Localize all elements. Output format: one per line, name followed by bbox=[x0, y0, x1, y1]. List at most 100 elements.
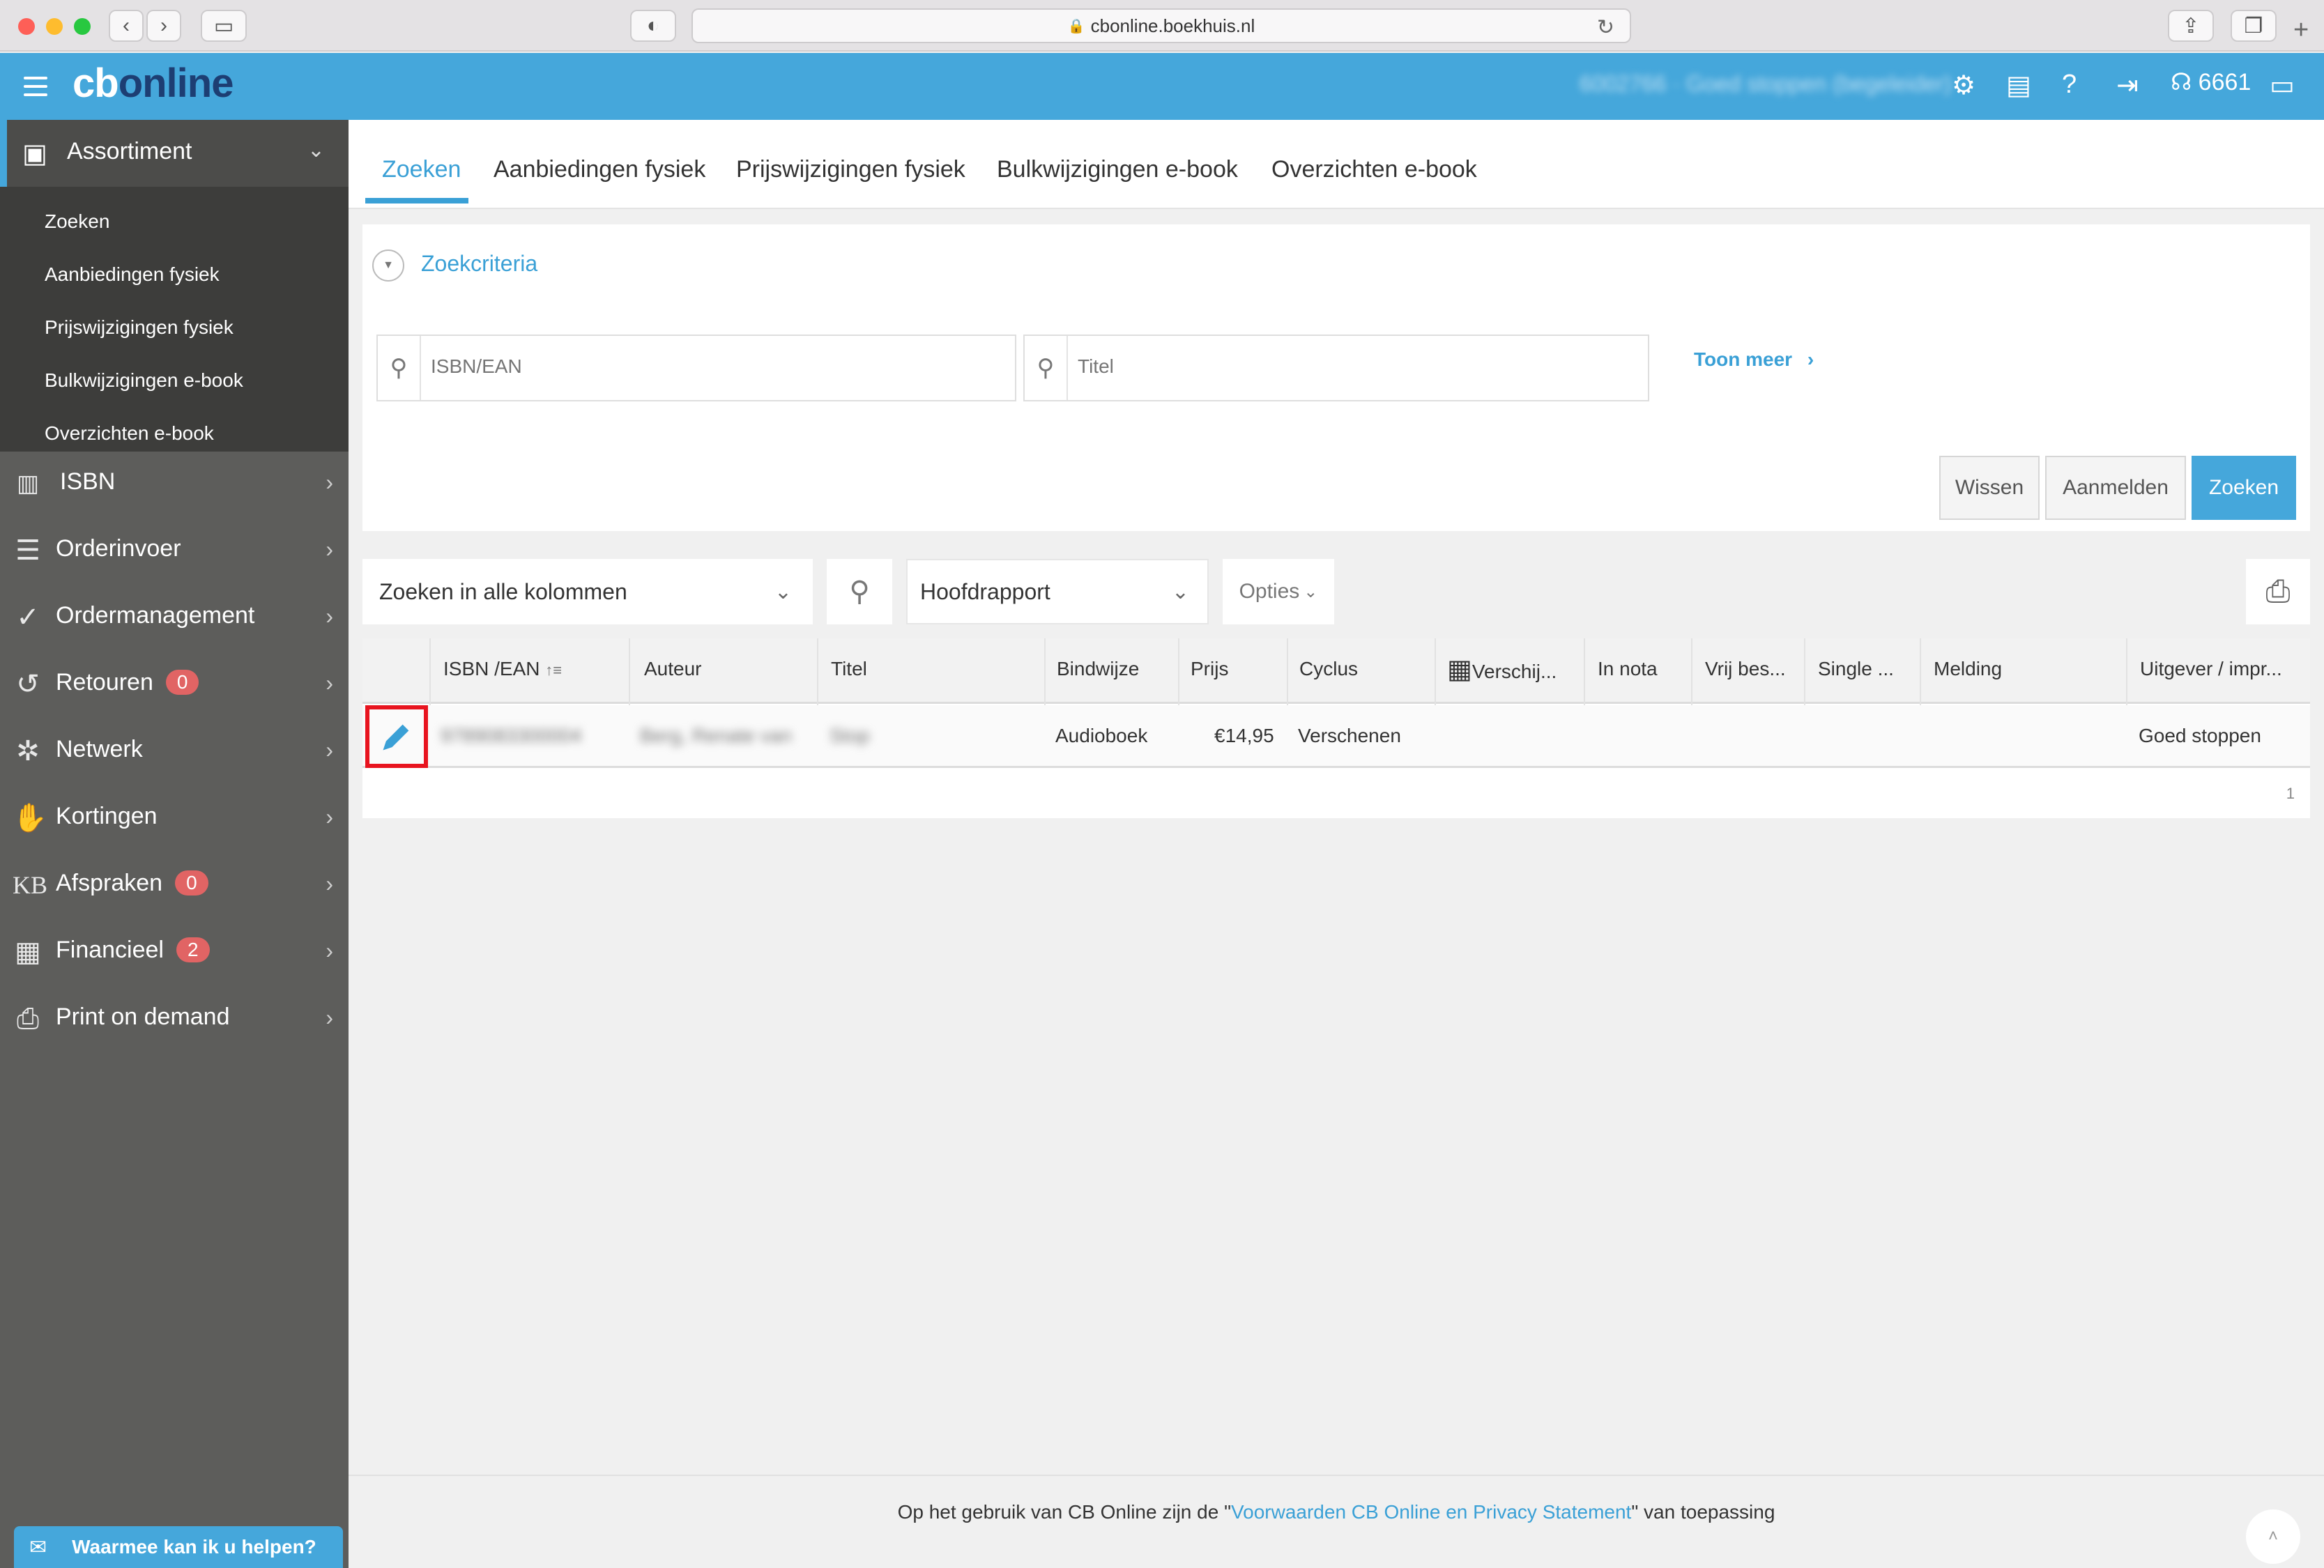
column-header-isbn[interactable]: ISBN /EAN ↑≡ bbox=[443, 658, 562, 680]
footer: Op het gebruik van CB Online zijn de "Vo… bbox=[349, 1475, 2324, 1568]
sidebar-item-label: Retouren bbox=[56, 669, 153, 695]
printer-icon[interactable]: ⎙ bbox=[2246, 559, 2310, 624]
table-row[interactable]: 9789083300004 Berg, Renate van Stop Audi… bbox=[362, 705, 2310, 768]
column-header-melding[interactable]: Melding bbox=[1934, 658, 2002, 680]
column-header-prijs[interactable]: Prijs bbox=[1191, 658, 1228, 680]
column-header-uitgever[interactable]: Uitgever / impr... bbox=[2140, 658, 2282, 680]
gear-icon[interactable]: ⚙ bbox=[1952, 70, 1975, 101]
cell-auteur: Berg, Renate van bbox=[640, 725, 792, 746]
forward-button[interactable]: › bbox=[146, 10, 181, 42]
sidebar-item-afspraken[interactable]: KB Afspraken 0 › bbox=[0, 853, 349, 920]
column-header-vrij-bes[interactable]: Vrij bes... bbox=[1705, 658, 1786, 680]
monitor-icon[interactable]: ▭ bbox=[2270, 70, 2295, 101]
chevron-down-icon: ⌄ bbox=[1304, 582, 1318, 601]
minimize-window-button[interactable] bbox=[46, 18, 63, 35]
account-name[interactable]: 6002766 · Goed stoppen (begeleider) bbox=[1580, 71, 1952, 97]
kb-icon: KB bbox=[13, 871, 48, 899]
tabs-button[interactable]: ❐ bbox=[2231, 10, 2277, 42]
sidebar-toggle-button[interactable]: ▭ bbox=[201, 10, 247, 42]
column-header-verschijning[interactable]: ▦Verschij... bbox=[1447, 654, 1557, 685]
column-header-titel[interactable]: Titel bbox=[831, 658, 867, 680]
search-button[interactable]: Zoeken bbox=[2192, 456, 2296, 520]
chevron-right-icon: › bbox=[326, 670, 333, 695]
column-header-single[interactable]: Single ... bbox=[1818, 658, 1894, 680]
chevron-right-icon: › bbox=[326, 871, 333, 896]
cell-prijs: €14,95 bbox=[1214, 725, 1274, 746]
column-search-select[interactable]: Zoeken in alle kolommen ⌄ bbox=[362, 559, 813, 624]
logout-icon[interactable]: ⇥ bbox=[2116, 70, 2139, 101]
sidebar-item-financieel[interactable]: ▦ Financieel 2 › bbox=[0, 920, 349, 987]
sidebar-item-orderinvoer[interactable]: ☰ Orderinvoer › bbox=[0, 518, 349, 585]
tab-overzichten-ebook[interactable]: Overzichten e-book bbox=[1271, 156, 1477, 183]
sidebar-item-label: Netwerk bbox=[56, 736, 143, 762]
handshake-icon: ✋ bbox=[13, 803, 47, 833]
maximize-window-button[interactable] bbox=[74, 18, 91, 35]
submenu-item-bulkwijzigingen[interactable]: Bulkwijzigingen e-book bbox=[45, 369, 243, 392]
sidebar-item-isbn[interactable]: ▥ ISBN › bbox=[0, 452, 349, 518]
headset-counter[interactable]: ☊ 6661 bbox=[2171, 68, 2251, 96]
back-button[interactable]: ‹ bbox=[109, 10, 144, 42]
submenu-item-aanbiedingen[interactable]: Aanbiedingen fysiek bbox=[45, 263, 220, 286]
criteria-title[interactable]: Zoekcriteria bbox=[421, 251, 537, 277]
submenu-item-prijswijzigingen[interactable]: Prijswijzigingen fysiek bbox=[45, 316, 234, 339]
reload-icon[interactable]: ↻ bbox=[1597, 15, 1614, 40]
scroll-to-top-button[interactable]: ˄ bbox=[2246, 1509, 2300, 1564]
help-icon[interactable]: ? bbox=[2062, 70, 2077, 100]
register-button[interactable]: Aanmelden bbox=[2045, 456, 2186, 520]
sidebar-item-print-on-demand[interactable]: ⎙ Print on demand › bbox=[0, 987, 349, 1054]
title-search-field[interactable]: ⚲ bbox=[1023, 335, 1649, 401]
sidebar-item-label: Print on demand bbox=[56, 1004, 230, 1030]
tab-zoeken[interactable]: Zoeken bbox=[382, 156, 461, 183]
tab-bar: Zoeken Aanbiedingen fysiek Prijswijzigin… bbox=[349, 120, 2324, 209]
report-select[interactable]: Hoofdrapport ⌄ bbox=[906, 559, 1209, 624]
tab-prijswijzigingen-fysiek[interactable]: Prijswijzigingen fysiek bbox=[736, 156, 965, 183]
page-number[interactable]: 1 bbox=[2286, 785, 2295, 803]
isbn-input[interactable] bbox=[431, 355, 849, 378]
isbn-search-field[interactable]: ⚲ bbox=[376, 335, 1016, 401]
privacy-button[interactable]: ◐ bbox=[630, 10, 676, 42]
sidebar-item-ordermanagement[interactable]: ✓ Ordermanagement › bbox=[0, 585, 349, 652]
logo[interactable]: cbonline bbox=[72, 60, 234, 107]
terms-link[interactable]: Voorwaarden CB Online en Privacy Stateme… bbox=[1231, 1501, 1631, 1523]
menu-icon[interactable] bbox=[24, 77, 47, 96]
search-icon[interactable]: ⚲ bbox=[827, 559, 892, 624]
collapse-toggle[interactable]: ▼ bbox=[372, 249, 404, 282]
chevron-right-icon: › bbox=[326, 938, 333, 963]
title-input[interactable] bbox=[1078, 355, 1496, 378]
address-bar[interactable]: 🔒 cbonline.boekhuis.nl ↻ bbox=[691, 8, 1631, 43]
close-window-button[interactable] bbox=[18, 18, 35, 35]
tab-bulkwijzigingen-ebook[interactable]: Bulkwijzigingen e-book bbox=[997, 156, 1238, 183]
sidebar-item-netwerk[interactable]: ✲ Netwerk › bbox=[0, 719, 349, 786]
sidebar-item-kortingen[interactable]: ✋ Kortingen › bbox=[0, 786, 349, 853]
column-header-cyclus[interactable]: Cyclus bbox=[1299, 658, 1358, 680]
column-header-in-nota[interactable]: In nota bbox=[1598, 658, 1658, 680]
new-tab-icon[interactable]: + bbox=[2293, 15, 2309, 45]
help-chat-button[interactable]: ✉ Waarmee kan ik u helpen? bbox=[14, 1526, 343, 1568]
chevron-right-icon: › bbox=[326, 604, 333, 629]
logo-cb: cb bbox=[72, 61, 119, 106]
headset-icon: ☊ bbox=[2171, 69, 2192, 95]
share-icon: ⇪ bbox=[2182, 14, 2200, 38]
sidebar-item-assortiment[interactable]: ▣ Assortiment ⌄ bbox=[0, 120, 349, 187]
sidebar-item-retouren[interactable]: ↺ Retouren 0 › bbox=[0, 652, 349, 719]
chat-icon[interactable]: ▤ bbox=[2006, 70, 2031, 101]
tab-aanbiedingen-fysiek[interactable]: Aanbiedingen fysiek bbox=[494, 156, 705, 183]
cell-bindwijze: Audioboek bbox=[1055, 725, 1148, 746]
network-icon: ✲ bbox=[16, 736, 40, 767]
submenu-item-overzichten[interactable]: Overzichten e-book bbox=[45, 422, 214, 445]
finance-icon: ▦ bbox=[15, 937, 41, 967]
column-header-bindwijze[interactable]: Bindwijze bbox=[1057, 658, 1139, 680]
show-more-link[interactable]: Toon meer › bbox=[1694, 348, 1814, 371]
chevron-right-icon: › bbox=[326, 804, 333, 829]
column-header-auteur[interactable]: Auteur bbox=[644, 658, 702, 680]
column-label: ISBN /EAN bbox=[443, 658, 540, 679]
chevron-right-icon: › bbox=[326, 470, 333, 495]
edit-button[interactable] bbox=[365, 705, 428, 768]
submenu-item-zoeken[interactable]: Zoeken bbox=[45, 210, 109, 233]
share-button[interactable]: ⇪ bbox=[2168, 10, 2214, 42]
clear-button[interactable]: Wissen bbox=[1939, 456, 2040, 520]
options-dropdown[interactable]: Opties ⌄ bbox=[1223, 559, 1334, 624]
chevron-right-icon: › bbox=[326, 737, 333, 762]
browser-chrome: ‹ › ▭ ◐ 🔒 cbonline.boekhuis.nl ↻ ⇪ ❐ + bbox=[0, 0, 2324, 52]
column-search-value: Zoeken in alle kolommen bbox=[379, 578, 627, 604]
